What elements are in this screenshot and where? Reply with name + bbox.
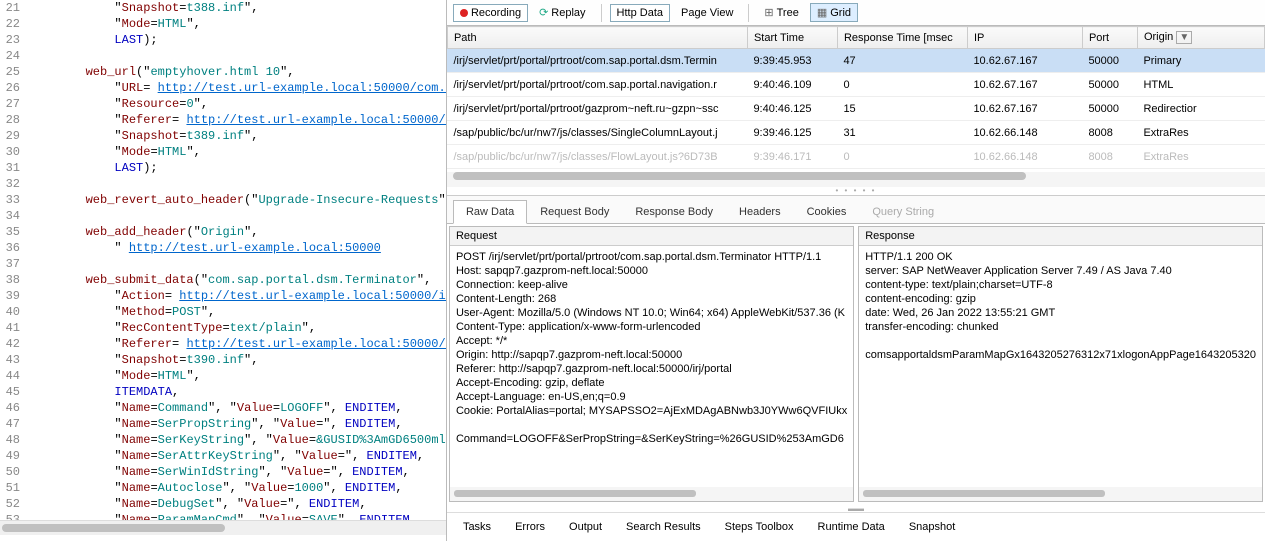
tree-icon <box>764 6 773 19</box>
tab-steps-toolbox[interactable]: Steps Toolbox <box>725 521 794 533</box>
replay-toggle[interactable]: Replay <box>532 3 592 22</box>
output-tabs: Tasks Errors Output Search Results Steps… <box>447 512 1265 541</box>
recording-toggle[interactable]: Recording <box>453 4 528 22</box>
snapshot-toolbar: Recording Replay Http Data Page View Tre… <box>447 0 1265 26</box>
editor-horizontal-scrollbar[interactable] <box>0 520 446 535</box>
request-scrollbar[interactable] <box>450 487 853 501</box>
code-editor[interactable]: "Snapshot=t388.inf", "Mode=HTML", LAST);… <box>24 0 446 520</box>
col-path[interactable]: Path <box>447 27 747 49</box>
col-start-time[interactable]: Start Time <box>747 27 837 49</box>
grid-icon <box>817 6 827 19</box>
table-row[interactable]: /sap/public/bc/ur/nw7/js/classes/SingleC… <box>447 121 1264 145</box>
http-data-button[interactable]: Http Data <box>610 4 670 22</box>
table-horizontal-scrollbar[interactable] <box>447 172 1265 187</box>
snapshot-pane: Recording Replay Http Data Page View Tre… <box>447 0 1265 541</box>
response-raw-text[interactable]: HTTP/1.1 200 OK server: SAP NetWeaver Ap… <box>859 246 1262 487</box>
col-response-time[interactable]: Response Time [msec <box>837 27 967 49</box>
table-row[interactable]: /irj/servlet/prt/portal/prtroot/com.sap.… <box>447 49 1264 73</box>
grid-view-button[interactable]: Grid <box>810 3 858 22</box>
tab-runtime-data[interactable]: Runtime Data <box>818 521 885 533</box>
tab-response-body[interactable]: Response Body <box>622 200 726 223</box>
request-raw-text[interactable]: POST /irj/servlet/prt/portal/prtroot/com… <box>450 246 853 487</box>
request-response-split: Request POST /irj/servlet/prt/portal/prt… <box>447 224 1265 504</box>
col-ip[interactable]: IP <box>967 27 1082 49</box>
separator <box>601 4 602 22</box>
detail-tabs: Raw Data Request Body Response Body Head… <box>447 196 1265 224</box>
response-scrollbar[interactable] <box>859 487 1262 501</box>
splitter-handle[interactable]: • • • • • <box>447 187 1265 195</box>
tab-tasks[interactable]: Tasks <box>463 521 491 533</box>
filter-icon[interactable]: ▼ <box>1176 31 1192 44</box>
table-row[interactable]: /irj/servlet/prt/portal/prtroot/gazprom~… <box>447 97 1264 121</box>
tab-raw-data[interactable]: Raw Data <box>453 200 527 224</box>
tab-request-body[interactable]: Request Body <box>527 200 622 223</box>
table-row[interactable]: /irj/servlet/prt/portal/prtroot/com.sap.… <box>447 73 1264 97</box>
tab-output[interactable]: Output <box>569 521 602 533</box>
page-view-button[interactable]: Page View <box>674 4 740 22</box>
tab-headers[interactable]: Headers <box>726 200 794 223</box>
line-number-gutter: 2122232425262728293031323334353637383940… <box>0 0 24 520</box>
separator <box>748 4 749 22</box>
script-editor-pane: 2122232425262728293031323334353637383940… <box>0 0 447 541</box>
tree-view-button[interactable]: Tree <box>757 3 805 22</box>
tab-query-string[interactable]: Query String <box>859 200 947 223</box>
request-panel: Request POST /irj/servlet/prt/portal/prt… <box>449 226 854 502</box>
response-panel-header: Response <box>859 227 1262 246</box>
replay-icon <box>539 6 548 19</box>
tab-search-results[interactable]: Search Results <box>626 521 701 533</box>
response-panel: Response HTTP/1.1 200 OK server: SAP Net… <box>858 226 1263 502</box>
request-panel-header: Request <box>450 227 853 246</box>
tab-errors[interactable]: Errors <box>515 521 545 533</box>
col-origin[interactable]: Origin ▼ <box>1137 27 1264 49</box>
col-port[interactable]: Port <box>1082 27 1137 49</box>
table-row[interactable]: /sap/public/bc/ur/nw7/js/classes/FlowLay… <box>447 145 1264 169</box>
http-requests-table: Path Start Time Response Time [msec IP P… <box>447 26 1265 196</box>
tab-cookies[interactable]: Cookies <box>794 200 860 223</box>
record-icon <box>460 9 468 17</box>
tab-snapshot[interactable]: Snapshot <box>909 521 955 533</box>
bottom-splitter-handle[interactable]: ▬▬ <box>447 504 1265 512</box>
